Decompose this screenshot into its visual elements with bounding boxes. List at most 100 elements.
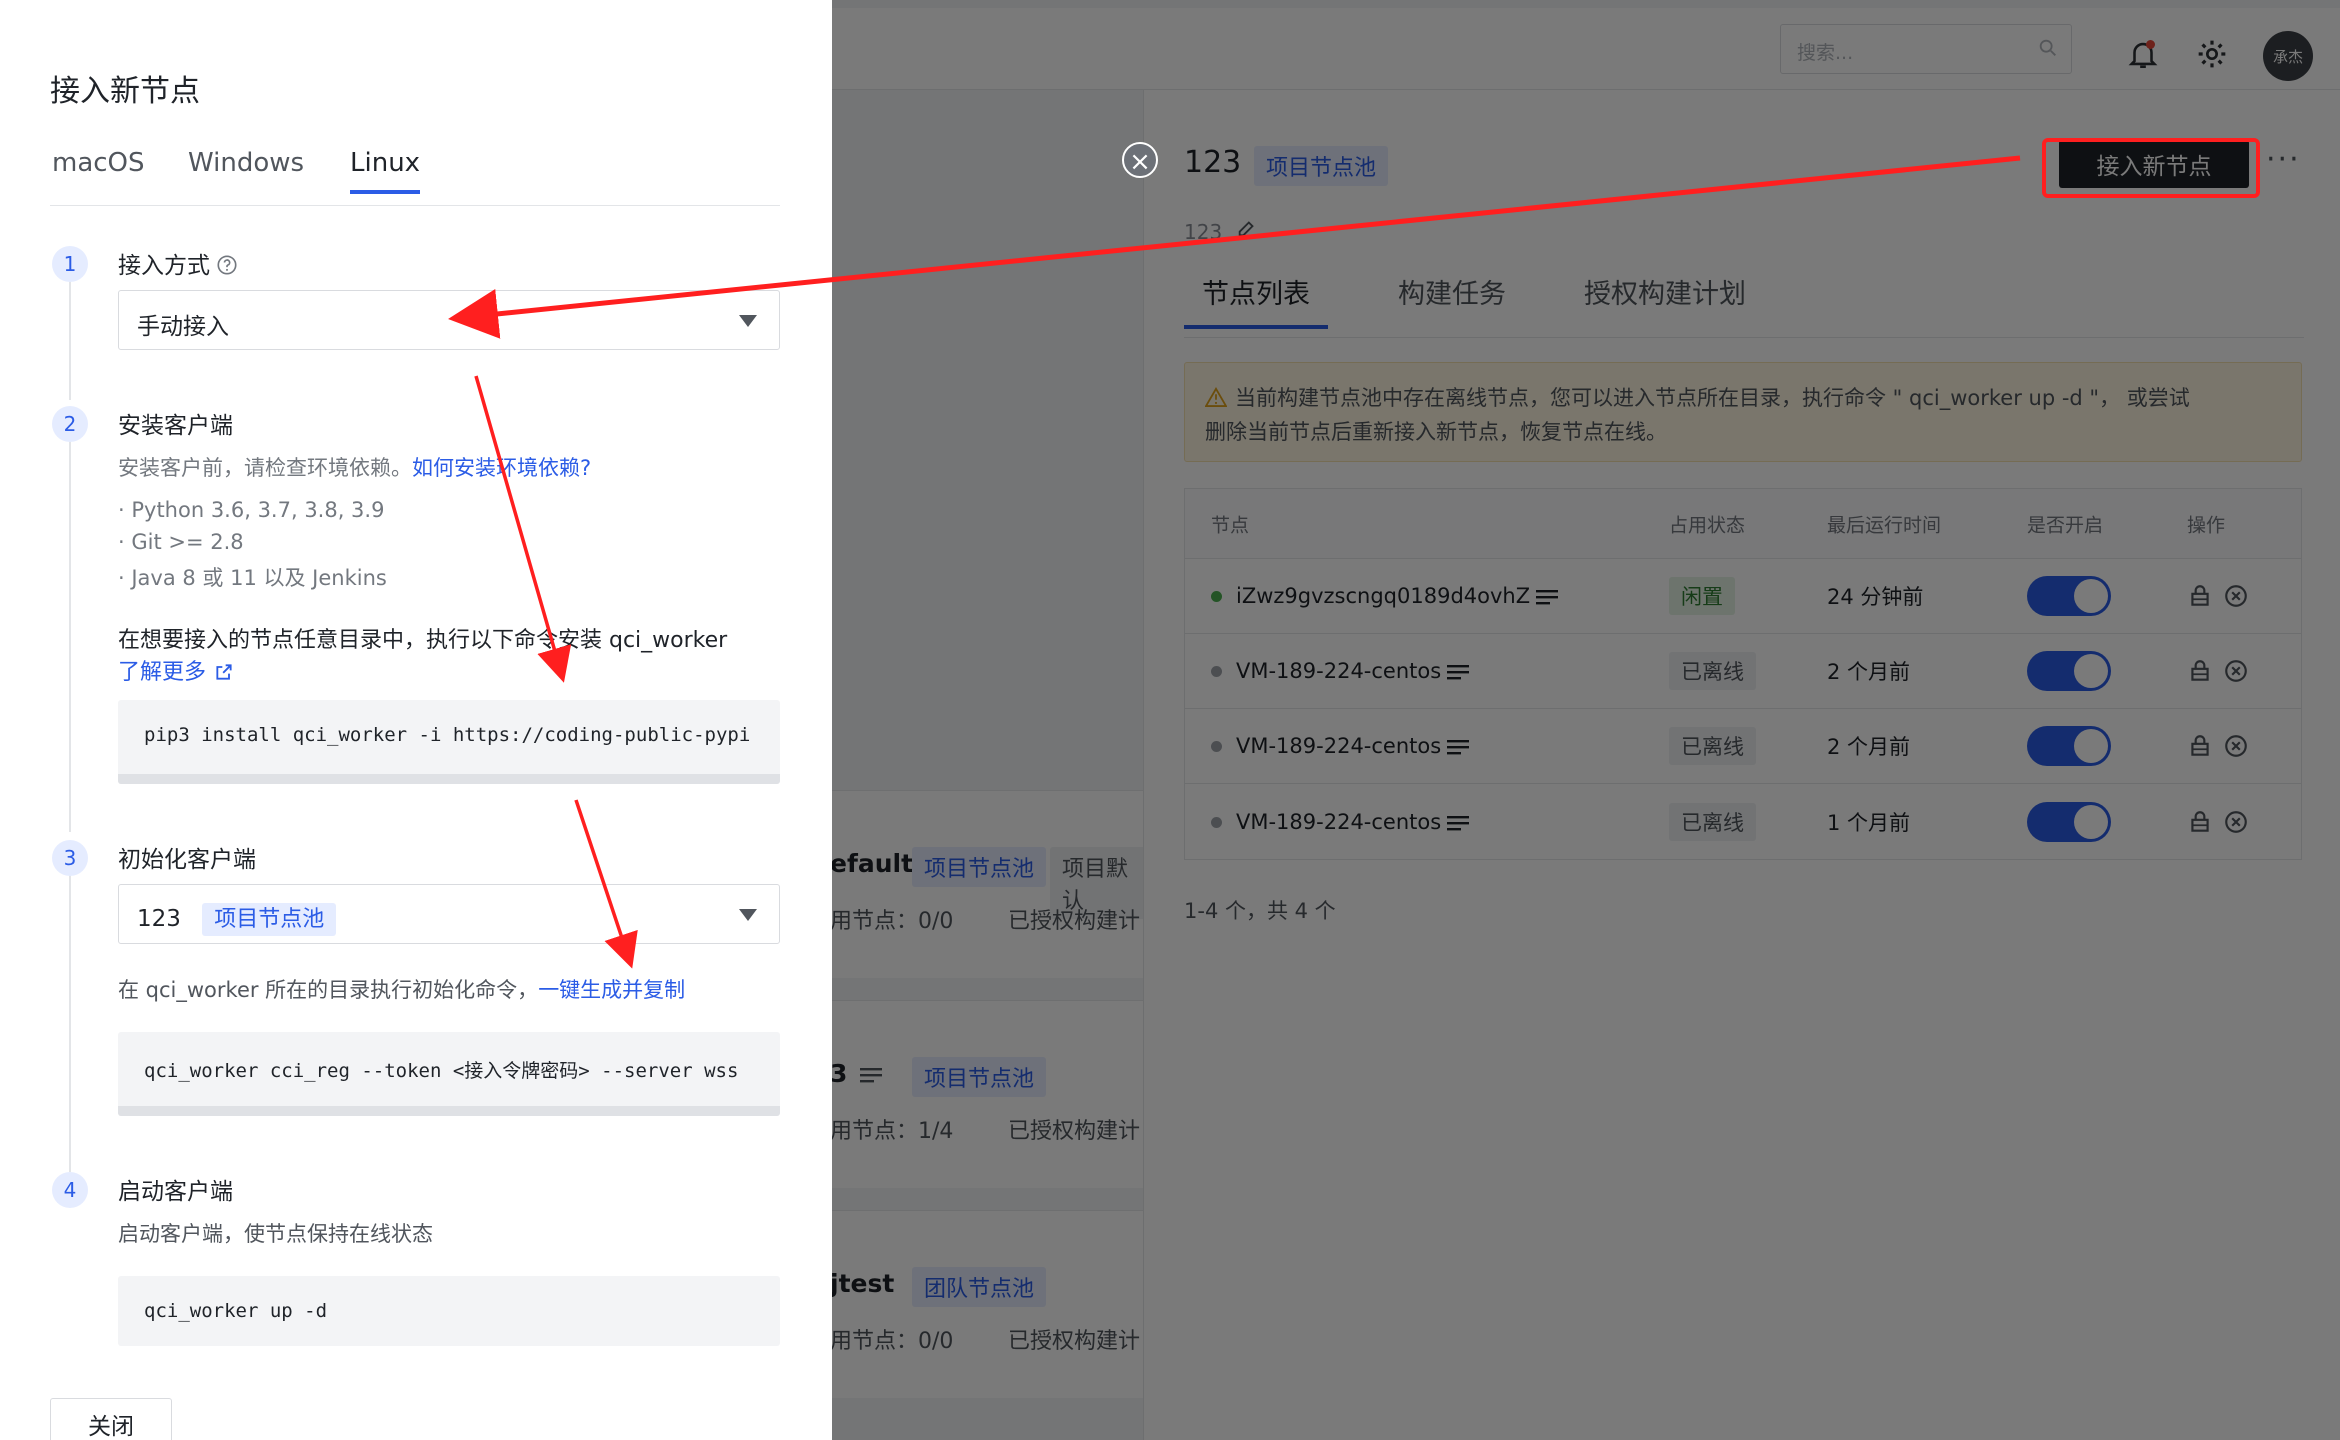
column-header: 最后运行时间 bbox=[1827, 514, 1942, 536]
row-actions bbox=[2187, 583, 2259, 609]
enable-toggle[interactable] bbox=[2027, 726, 2111, 766]
learn-more-text: 了解更多 bbox=[118, 660, 207, 685]
avatar[interactable]: 承杰 bbox=[2263, 31, 2313, 81]
tab-linux[interactable]: Linux bbox=[350, 148, 421, 194]
horizontal-scrollbar[interactable] bbox=[118, 774, 780, 784]
enable-toggle[interactable] bbox=[2027, 651, 2111, 691]
lock-icon[interactable] bbox=[2187, 658, 2213, 684]
table-row[interactable]: VM-189-224-centos 已离线 2 个月前 bbox=[1185, 634, 2301, 709]
warning-line: 当前构建节点池中存在离线节点，您可以进入节点所在目录，执行命令 " qci_wo… bbox=[1205, 381, 2281, 415]
lock-icon[interactable] bbox=[2187, 733, 2213, 759]
delete-icon[interactable] bbox=[2223, 733, 2249, 759]
node-pool-select[interactable]: 123 项目节点池 bbox=[118, 884, 780, 944]
node-name[interactable]: VM-189-224-centos bbox=[1236, 734, 1441, 758]
env-hint-text: 安装客户前，请检查环境依赖。 bbox=[118, 456, 412, 480]
init-command-code[interactable]: qci_worker cci_reg --token <接入令牌密码> --se… bbox=[118, 1032, 780, 1116]
drawer-title: 接入新节点 bbox=[50, 74, 200, 109]
generate-copy-link[interactable]: 一键生成并复制 bbox=[538, 978, 685, 1002]
pagination-summary: 1-4 个，共 4 个 bbox=[1184, 899, 1336, 923]
menu-icon bbox=[1447, 740, 1470, 755]
install-instruction: 在想要接入的节点任意目录中，执行以下命令安装 qci_worker bbox=[118, 628, 728, 653]
lock-icon[interactable] bbox=[2187, 809, 2213, 835]
table-row[interactable]: iZwz9gvzscngq0189d4ovhZ 闲置 24 分钟前 bbox=[1185, 559, 2301, 634]
column-header: 是否开启 bbox=[2027, 514, 2104, 536]
lock-icon[interactable] bbox=[2187, 583, 2213, 609]
env-deps-link[interactable]: 如何安装环境依赖? bbox=[412, 456, 591, 480]
help-icon[interactable] bbox=[216, 254, 238, 276]
delete-icon[interactable] bbox=[2223, 658, 2249, 684]
gear-icon[interactable] bbox=[2196, 38, 2228, 70]
table-row[interactable]: VM-189-224-centos 已离线 2 个月前 bbox=[1185, 709, 2301, 784]
step-title: 安装客户端 bbox=[118, 413, 233, 439]
start-command-code[interactable]: qci_worker up -d bbox=[118, 1276, 780, 1346]
pool-card-tag: 项目节点池 bbox=[912, 847, 1047, 887]
occupancy-status-badge: 已离线 bbox=[1669, 727, 1756, 765]
pool-card-meta: 已授权构建计 bbox=[1008, 1329, 1141, 1354]
step-number: 3 bbox=[52, 840, 88, 876]
toggle-knob bbox=[2074, 579, 2108, 613]
requirement-item: · Git >= 2.8 bbox=[118, 530, 244, 554]
tab-windows[interactable]: Windows bbox=[188, 148, 304, 190]
step-connector bbox=[69, 440, 71, 832]
menu-icon bbox=[1447, 665, 1470, 680]
warning-text: 当前构建节点池中存在离线节点，您可以进入节点所在目录，执行命令 " qci_wo… bbox=[1235, 386, 2190, 410]
init-instruction: 在 qci_worker 所在的目录执行初始化命令，一键生成并复制 bbox=[118, 974, 685, 1004]
status-dot bbox=[1211, 816, 1222, 828]
enable-toggle[interactable] bbox=[2027, 801, 2111, 842]
tab-node-list[interactable]: 节点列表 bbox=[1184, 272, 1328, 329]
step-number: 4 bbox=[52, 1172, 88, 1208]
last-run-time: 2 个月前 bbox=[1827, 660, 1911, 684]
horizontal-scrollbar[interactable] bbox=[118, 1106, 780, 1116]
delete-icon[interactable] bbox=[2223, 809, 2249, 835]
node-name-cell: VM-189-224-centos bbox=[1211, 810, 1470, 834]
toggle-knob bbox=[2074, 654, 2108, 688]
pool-description: 123 bbox=[1184, 220, 1223, 244]
detail-close-icon[interactable]: × bbox=[1122, 142, 1158, 178]
column-header: 操作 bbox=[2187, 514, 2226, 536]
pool-type-tag: 项目节点池 bbox=[1254, 146, 1389, 186]
step-title-text: 接入方式 bbox=[118, 253, 210, 279]
warning-line: 删除当前节点后重新接入新节点，恢复节点在线。 bbox=[1205, 420, 1667, 444]
bell-icon[interactable] bbox=[2126, 36, 2160, 72]
node-name-cell: VM-189-224-centos bbox=[1211, 659, 1470, 683]
node-name[interactable]: VM-189-224-centos bbox=[1236, 659, 1441, 683]
requirement-item: · Python 3.6, 3.7, 3.8, 3.9 bbox=[118, 498, 385, 522]
tab-macos[interactable]: macOS bbox=[52, 148, 145, 190]
row-actions bbox=[2187, 658, 2259, 684]
node-name[interactable]: VM-189-224-centos bbox=[1236, 810, 1441, 834]
init-instruction-text: 在 qci_worker 所在的目录执行初始化命令， bbox=[118, 978, 539, 1002]
connect-method-select[interactable]: 手动接入 bbox=[118, 290, 780, 350]
pool-card-tag: 项目节点池 bbox=[912, 1057, 1047, 1097]
pool-card[interactable]: efault 项目节点池 项目默认 用节点：0/0 已授权构建计 bbox=[830, 790, 1150, 978]
table-row[interactable]: VM-189-224-centos 已离线 1 个月前 bbox=[1185, 784, 2301, 859]
pool-card-meta: 已授权构建计 bbox=[1008, 1119, 1141, 1144]
toggle-knob bbox=[2074, 729, 2108, 763]
last-run-time: 24 分钟前 bbox=[1827, 585, 1924, 609]
more-icon[interactable]: ··· bbox=[2266, 142, 2301, 177]
tab-build-tasks[interactable]: 构建任务 bbox=[1380, 272, 1524, 325]
step-number: 2 bbox=[52, 406, 88, 442]
pool-card[interactable]: jtest 团队节点池 用节点：0/0 已授权构建计 bbox=[830, 1210, 1150, 1398]
offline-warning: 当前构建节点池中存在离线节点，您可以进入节点所在目录，执行命令 " qci_wo… bbox=[1184, 362, 2302, 462]
node-name-cell: iZwz9gvzscngq0189d4ovhZ bbox=[1211, 584, 1559, 608]
notification-dot bbox=[2146, 40, 2155, 49]
pool-card[interactable]: 3 项目节点池 用节点：1/4 已授权构建计 bbox=[830, 1000, 1150, 1188]
pool-card-title: 3 bbox=[830, 1059, 848, 1088]
env-hint: 安装客户前，请检查环境依赖。如何安装环境依赖? bbox=[118, 452, 591, 482]
tab-authorized-plans[interactable]: 授权构建计划 bbox=[1566, 272, 1764, 325]
edit-icon[interactable] bbox=[1236, 217, 1258, 239]
warning-icon bbox=[1205, 387, 1227, 407]
table-body: iZwz9gvzscngq0189d4ovhZ 闲置 24 分钟前 VM-189-22… bbox=[1185, 559, 2301, 859]
caret-down-icon bbox=[739, 909, 757, 921]
menu-icon bbox=[1536, 590, 1559, 605]
step-number: 1 bbox=[52, 246, 88, 282]
learn-more-link[interactable]: 了解更多 bbox=[118, 654, 234, 686]
close-button[interactable]: 关闭 bbox=[50, 1398, 172, 1440]
os-tabs: macOS Windows Linux bbox=[50, 148, 780, 206]
menu-icon bbox=[860, 1068, 882, 1083]
install-command-code[interactable]: pip3 install qci_worker -i https://codin… bbox=[118, 700, 780, 784]
node-name[interactable]: iZwz9gvzscngq0189d4ovhZ bbox=[1236, 584, 1530, 608]
search-input[interactable]: 搜索... bbox=[1780, 24, 2072, 74]
enable-toggle[interactable] bbox=[2027, 576, 2111, 616]
delete-icon[interactable] bbox=[2223, 583, 2249, 609]
